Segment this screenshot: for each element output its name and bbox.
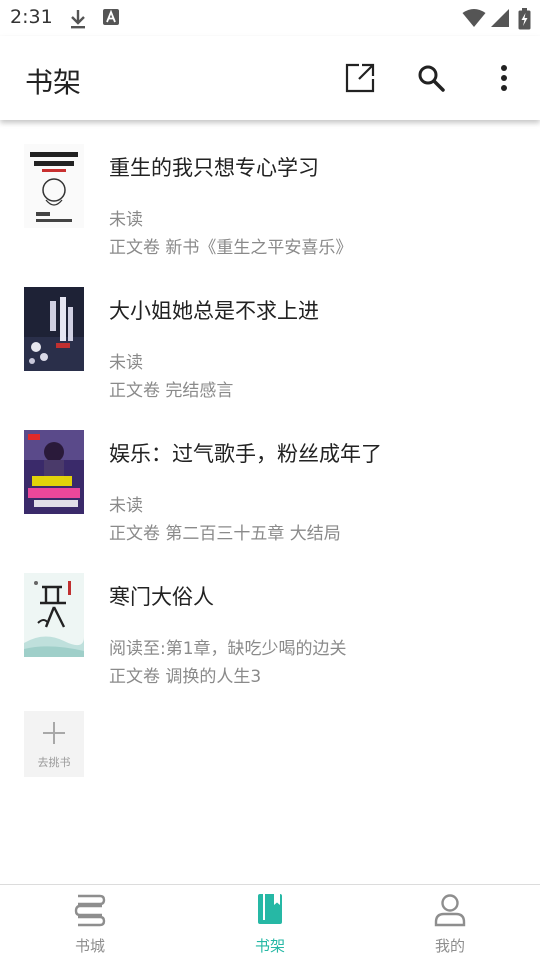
book-list: 重生的我只想专心学习 未读 正文卷 新书《重生之平安喜乐》 大小姐她总是不求上进… (0, 120, 540, 692)
book-cover (24, 144, 84, 228)
nav-label: 我的 (434, 937, 465, 955)
book-latest-chapter: 正文卷 调换的人生3 (109, 667, 262, 687)
bookstore-icon (72, 891, 108, 931)
add-book-label: 去挑书 (37, 756, 71, 769)
book-item[interactable]: 大小姐她总是不求上进 未读 正文卷 完结感言 (0, 263, 540, 406)
book-cover (24, 573, 84, 657)
book-progress: 未读 (109, 353, 143, 373)
book-cover (24, 287, 84, 371)
share-icon[interactable] (342, 60, 378, 96)
book-item[interactable]: 寒门大俗人 阅读至:第1章，缺吃少喝的边关 正文卷 调换的人生3 (0, 549, 540, 692)
app-bar: 书架 (0, 36, 540, 120)
wifi-icon (462, 8, 486, 32)
cellular-icon (490, 8, 510, 32)
nav-item-bookstore[interactable]: 书城 (0, 885, 180, 961)
download-icon (68, 8, 88, 34)
book-progress: 未读 (109, 496, 143, 516)
nav-label: 书架 (254, 937, 285, 955)
nav-item-me[interactable]: 我的 (360, 885, 540, 961)
nav-item-bookshelf[interactable]: 书架 (180, 885, 360, 961)
add-book-button[interactable]: 去挑书 (24, 711, 84, 777)
search-icon[interactable] (413, 60, 449, 96)
bookshelf-icon (252, 891, 288, 931)
battery-icon (518, 8, 531, 34)
book-latest-chapter: 正文卷 第二百三十五章 大结局 (109, 524, 341, 544)
book-item[interactable]: 娱乐：过气歌手，粉丝成年了 未读 正文卷 第二百三十五章 大结局 (0, 406, 540, 549)
book-latest-chapter: 正文卷 完结感言 (109, 381, 234, 401)
book-title: 寒门大俗人 (109, 585, 214, 609)
more-vert-icon[interactable] (486, 60, 522, 96)
book-latest-chapter: 正文卷 新书《重生之平安喜乐》 (109, 238, 353, 258)
status-bar: 2:31 (0, 0, 540, 36)
book-title: 娱乐：过气歌手，粉丝成年了 (109, 442, 382, 466)
status-time: 2:31 (10, 6, 53, 28)
nav-label: 书城 (74, 937, 105, 955)
book-title: 大小姐她总是不求上进 (109, 299, 319, 323)
person-icon (432, 891, 468, 931)
book-progress: 未读 (109, 210, 143, 230)
page-title: 书架 (25, 66, 82, 99)
book-cover (24, 430, 84, 514)
book-item[interactable]: 重生的我只想专心学习 未读 正文卷 新书《重生之平安喜乐》 (0, 120, 540, 263)
a-box-icon (102, 8, 120, 30)
plus-icon (42, 721, 66, 749)
book-progress: 阅读至:第1章，缺吃少喝的边关 (109, 639, 347, 659)
bottom-nav: 书城 书架 我的 (0, 884, 540, 961)
book-title: 重生的我只想专心学习 (109, 156, 319, 180)
